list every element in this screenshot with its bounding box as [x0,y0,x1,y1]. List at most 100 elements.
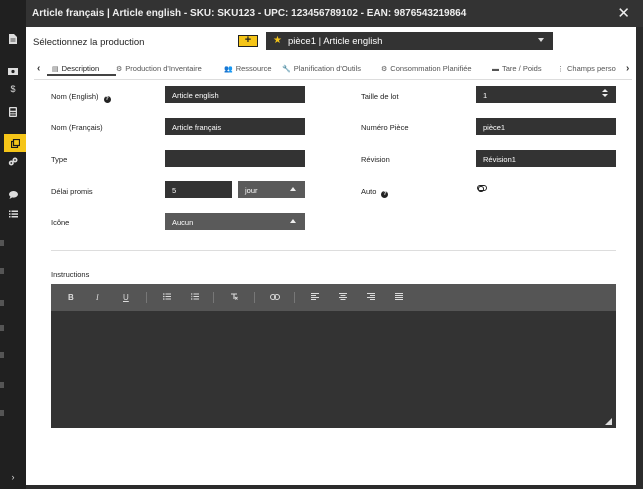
part-number-label: Numéro Pièce [361,123,409,132]
window-titlebar: Article français | Article english - SKU… [26,0,643,27]
align-left-icon[interactable] [311,293,319,302]
chat-icon[interactable] [0,186,26,204]
auto-label: Auto? [361,187,389,198]
clear-format-icon[interactable] [230,293,238,302]
auto-toggle[interactable] [477,185,487,192]
type-input[interactable] [165,150,305,167]
tab-consommation-planifiee[interactable]: ⚙ Consommation Planifiée [381,64,472,73]
name-fr-input[interactable]: Article français [165,118,305,135]
lot-size-value: 1 [483,91,488,100]
more-icon: ⋮ [557,66,564,73]
instructions-editor[interactable]: B I U [51,284,616,428]
calculator-icon[interactable] [0,103,26,121]
window-title: Article français | Article english - SKU… [32,8,467,19]
name-fr-label: Nom (Français) [51,123,103,132]
gear-icon: ⚙ [116,66,123,73]
close-icon[interactable]: ✕ [617,4,630,22]
tab-champs-perso[interactable]: ⋮ Champs perso [557,64,616,73]
sidebar-edge-marker [0,382,4,388]
align-right-icon[interactable] [367,293,375,302]
add-production-button[interactable]: + [238,35,258,47]
delay-unit-select[interactable]: jour [238,181,305,198]
toolbar-separator [254,292,255,303]
type-label: Type [51,155,68,164]
lot-size-stepper[interactable]: 1 [476,86,616,103]
window-edge [26,485,636,489]
expand-icon[interactable]: › [0,468,26,486]
editor-content[interactable] [51,311,616,428]
info-icon[interactable]: ? [381,191,389,198]
icon-select[interactable]: Aucun [165,213,305,230]
tab-scroll-right-icon[interactable]: › [623,63,630,74]
delay-input[interactable]: 5 [165,181,232,198]
tab-scroll-left-icon[interactable]: ‹ [37,63,40,74]
tab-production-inventaire[interactable]: ⚙ Production d'Inventaire [116,64,202,73]
production-select[interactable]: ★ pièce1 | Article english [266,32,553,50]
revision-input[interactable]: Révision1 [476,150,616,167]
app-sidebar: $ › [0,0,26,489]
sidebar-edge-marker [0,325,4,331]
tab-label: Ressource [235,64,272,73]
tab-label: Consommation Planifiée [390,64,472,73]
underline-button[interactable]: U [123,293,129,302]
production-label: Sélectionnez la production [33,37,145,48]
tab-description[interactable]: ▤ Description [52,64,99,73]
wrench-icon: 🔧 [282,66,291,73]
sidebar-edge-marker [0,410,4,416]
resize-handle[interactable] [605,418,612,425]
toolbar-separator [294,292,295,303]
part-number-input[interactable]: pièce1 [476,118,616,135]
auto-label-text: Auto [361,187,377,196]
sidebar-edge-marker [0,268,4,274]
info-icon[interactable]: ? [103,96,111,103]
name-en-input[interactable]: Article english [165,86,305,103]
tab-ressource[interactable]: 👥 Ressource [224,64,272,73]
name-en-label-text: Nom (English) [51,92,99,101]
window-edge [636,27,643,489]
tab-bar: ‹ ▤ Description ⚙ Production d'Inventaire … [34,59,632,80]
copy-icon[interactable] [4,134,26,152]
lot-size-label: Taille de lot [361,92,399,101]
icon-label: Icône [51,218,70,227]
production-selected-value: pièce1 | Article english [288,36,383,47]
money-icon[interactable] [0,62,26,80]
scale-icon: ▬ [492,66,499,73]
align-center-icon[interactable] [339,293,347,302]
italic-button[interactable]: I [96,293,99,302]
section-divider [51,250,616,251]
document-icon[interactable] [0,30,26,48]
tab-label: Description [61,64,100,73]
cogs-icon[interactable] [0,152,26,170]
chevron-up-icon [290,219,296,223]
bullet-list-icon[interactable] [163,293,171,302]
delay-unit-value: jour [245,186,258,195]
sidebar-edge-marker [0,352,4,358]
numbered-list-icon[interactable] [191,293,199,302]
align-justify-icon[interactable] [395,293,403,302]
delay-label: Délai promis [51,187,93,196]
toolbar-separator [146,292,147,303]
sidebar-edge-marker [0,240,4,246]
list-icon[interactable] [0,205,26,223]
revision-label: Révision [361,155,390,164]
dollar-icon[interactable]: $ [0,80,26,98]
editor-toolbar: B I U [51,284,616,311]
icon-select-value: Aucun [172,218,194,227]
tab-label: Tare / Poids [502,64,542,73]
bold-button[interactable]: B [68,293,74,302]
chevron-down-icon [538,38,544,42]
tab-label: Production d'Inventaire [125,64,202,73]
tab-label: Champs perso [567,64,616,73]
tab-planification-outils[interactable]: 🔧 Planification d'Outils [282,64,361,73]
cogs-icon: ⚙ [381,66,388,73]
star-icon: ★ [273,35,282,46]
chevron-up-icon [290,187,296,191]
document-icon: ▤ [52,66,59,73]
spinner-icon[interactable] [602,89,609,97]
users-icon: 👥 [224,66,233,73]
tab-label: Planification d'Outils [293,64,362,73]
tab-tare-poids[interactable]: ▬ Tare / Poids [492,64,542,73]
toolbar-separator [213,292,214,303]
dialog-body: Sélectionnez la production + ★ pièce1 | … [26,27,636,485]
link-icon[interactable] [270,293,280,302]
